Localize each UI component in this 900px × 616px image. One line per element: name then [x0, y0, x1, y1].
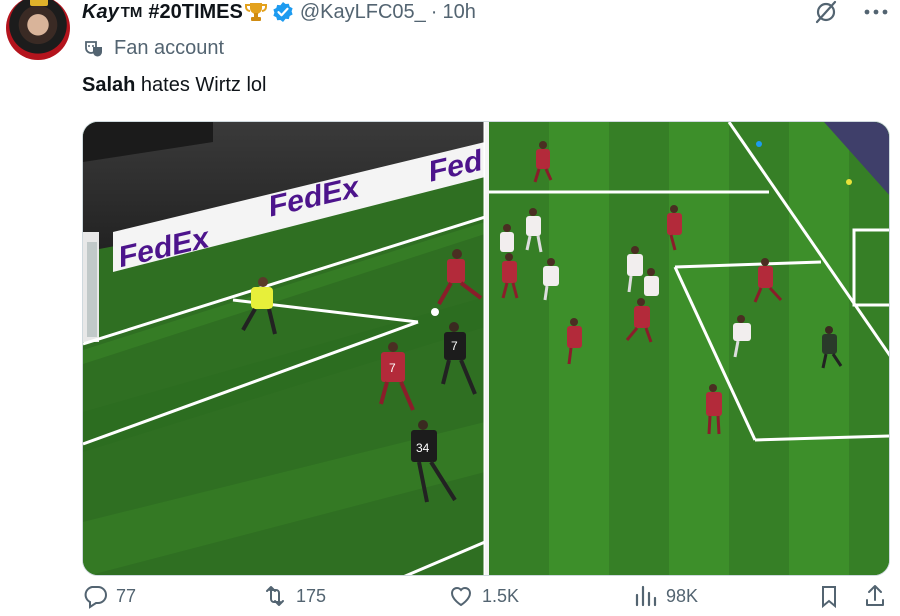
verified-badge-icon[interactable] [272, 1, 294, 23]
trophy-icon [244, 2, 267, 22]
tweet-media[interactable]: FedEx FedEx FedEx 7 7 34 [82, 121, 890, 576]
like-count: 1.5K [482, 585, 520, 606]
more-icon[interactable] [862, 0, 890, 24]
shirt-number-3: 34 [416, 441, 430, 455]
bookmark-icon [816, 583, 842, 609]
reply-button[interactable]: 77 [82, 583, 136, 609]
share-button[interactable] [862, 583, 888, 609]
top-actions [812, 0, 890, 24]
grok-icon[interactable] [812, 0, 840, 24]
separator-dot: · [430, 0, 438, 23]
repost-icon [262, 583, 288, 609]
theater-mask-icon [84, 39, 104, 59]
heart-icon [448, 583, 474, 609]
display-name-tag[interactable]: #20TIMES [148, 1, 242, 24]
timestamp[interactable]: 10h [442, 1, 475, 24]
fan-account-label: Fan account [84, 37, 224, 60]
bookmark-button[interactable] [816, 583, 842, 609]
media-image-left[interactable]: FedEx FedEx FedEx 7 7 34 [83, 122, 485, 575]
reply-icon [82, 583, 108, 609]
shirt-number-2: 7 [389, 361, 396, 375]
media-image-right[interactable] [489, 122, 889, 575]
like-button[interactable]: 1.5K [448, 583, 519, 609]
repost-count: 175 [296, 585, 327, 606]
repost-button[interactable]: 175 [262, 583, 326, 609]
views-icon [632, 583, 658, 609]
views-button[interactable]: 98K [632, 583, 698, 609]
handle[interactable]: @KayLFC05_ [300, 1, 426, 24]
tweet-text-rest: hates Wirtz lol [135, 74, 267, 96]
display-name[interactable]: Kay [82, 1, 119, 24]
display-name-tm[interactable]: TM [121, 4, 143, 21]
fan-account-text: Fan account [114, 37, 225, 59]
ball [431, 308, 439, 316]
avatar[interactable] [6, 0, 70, 60]
views-count: 98K [666, 585, 699, 606]
tweet-text: Salah hates Wirtz lol [82, 74, 267, 97]
far-goalkeeper [846, 179, 852, 185]
tweet-text-bold: Salah [82, 74, 136, 96]
shirt-number-1: 7 [451, 339, 458, 353]
tweet-header: Kay TM #20TIMES @KayLFC05_ · 10h [82, 0, 476, 24]
crown-decoration [30, 0, 48, 6]
share-icon [862, 583, 888, 609]
reply-count: 77 [116, 585, 137, 606]
ball-far [756, 141, 762, 147]
